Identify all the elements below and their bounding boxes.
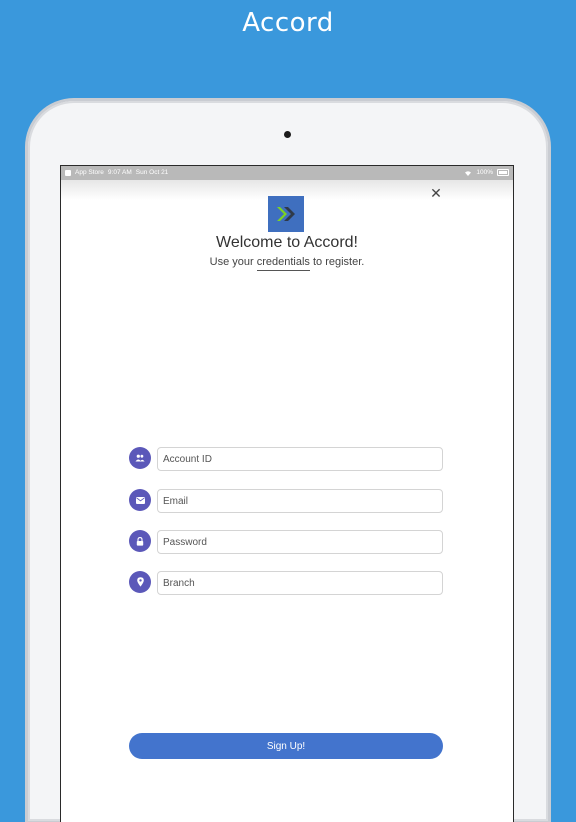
subtitle-suffix: to register. xyxy=(309,256,365,268)
close-icon[interactable]: ✕ xyxy=(429,186,443,200)
subtitle-prefix: Use your xyxy=(209,256,257,268)
status-date: Sun Oct 21 xyxy=(135,169,169,176)
group-icon xyxy=(129,447,151,469)
battery-percent: 100% xyxy=(476,169,493,176)
accord-chevron-logo xyxy=(277,207,295,221)
battery-icon xyxy=(497,169,509,176)
app-banner-title: Accord xyxy=(242,8,334,38)
device-screen: App Store 9:07 AM Sun Oct 21 100% ✕ Welc… xyxy=(60,165,514,822)
wifi-icon xyxy=(465,170,472,176)
accord-logo xyxy=(268,196,304,232)
status-carrier[interactable]: App Store xyxy=(75,169,104,176)
password-row xyxy=(129,530,443,554)
location-pin-icon xyxy=(129,571,151,593)
sign-up-button[interactable]: Sign Up! xyxy=(129,733,443,759)
credentials-link: credentials xyxy=(256,256,310,271)
status-time: 9:07 AM xyxy=(107,169,132,176)
account-id-row xyxy=(129,447,443,471)
welcome-subtitle: Use your credentials to register. xyxy=(61,256,513,271)
branch-input[interactable] xyxy=(157,571,443,595)
welcome-title: Welcome to Accord! xyxy=(216,234,358,251)
tablet-frame: App Store 9:07 AM Sun Oct 21 100% ✕ Welc… xyxy=(28,101,548,822)
email-icon xyxy=(129,489,151,511)
email-row xyxy=(129,489,443,513)
account-id-input[interactable] xyxy=(157,447,443,471)
branch-row xyxy=(129,571,443,595)
status-bar: App Store 9:07 AM Sun Oct 21 100% xyxy=(61,166,513,180)
email-input[interactable] xyxy=(157,489,443,513)
password-input[interactable] xyxy=(157,530,443,554)
lock-icon xyxy=(129,530,151,552)
app-store-back-icon[interactable] xyxy=(65,169,71,176)
camera-dot xyxy=(284,131,291,138)
